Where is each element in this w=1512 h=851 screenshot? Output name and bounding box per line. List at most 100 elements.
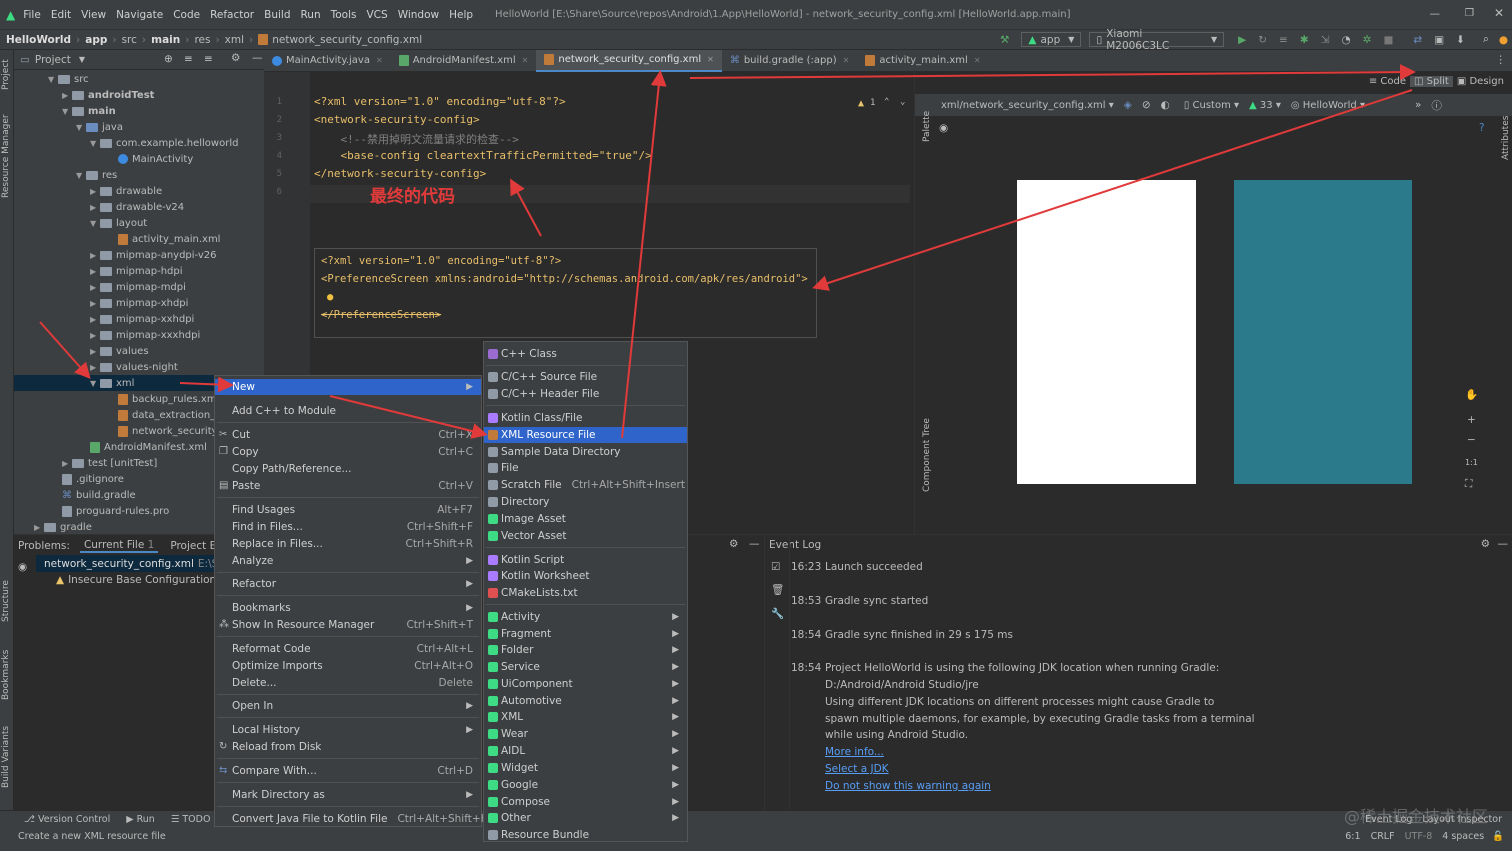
tree-node-src[interactable]: ▼ src — [48, 71, 89, 87]
menu-item-delete[interactable]: Delete... Delete — [215, 675, 481, 691]
menu-code[interactable]: Code — [173, 9, 200, 21]
hide-panel-icon[interactable]: — — [252, 52, 263, 64]
stop-icon[interactable]: ■ — [1383, 34, 1393, 46]
breadcrumb-file[interactable]: network_security_config.xml — [272, 34, 422, 46]
eye-icon[interactable]: ◉ — [18, 561, 27, 573]
breadcrumb-main[interactable]: main — [151, 34, 180, 46]
tree-node-test[interactable]: ▶ test [unitTest] — [62, 455, 157, 471]
more-tabs-icon[interactable]: ⋮ — [1496, 54, 1507, 66]
updates-icon[interactable]: ● — [1499, 34, 1508, 46]
tree-node-mipmap-mdpi[interactable]: ▶ mipmap-mdpi — [90, 279, 186, 295]
tree-node-values-night[interactable]: ▶ values-night — [90, 359, 178, 375]
caret-position[interactable]: 6:1 — [1345, 831, 1360, 842]
split-mode-button[interactable]: ◫ Split — [1410, 76, 1453, 87]
debug-icon[interactable]: ✱ — [1300, 34, 1309, 46]
menu-item-paste[interactable]: ▤ Paste Ctrl+V — [215, 478, 481, 494]
close-tab-icon[interactable]: ✕ — [707, 55, 714, 64]
tree-node-mainactivity[interactable]: MainActivity — [118, 151, 193, 167]
menu-file[interactable]: File — [23, 9, 41, 21]
prev-highlight-icon[interactable]: ⌃ — [884, 97, 889, 107]
breadcrumb-app[interactable]: app — [85, 34, 107, 46]
profile-icon[interactable]: ◔ — [1341, 34, 1350, 46]
submenu-item-directory[interactable]: Directory — [484, 494, 687, 510]
submenu-item-fragment[interactable]: Fragment ▶ — [484, 626, 687, 642]
tree-node-mipmap-anydpi[interactable]: ▶ mipmap-anydpi-v26 — [90, 247, 217, 263]
component-tree-tool-tab[interactable]: Component Tree — [922, 418, 932, 492]
menu-item-open-in[interactable]: Open In ▶ — [215, 698, 481, 714]
version-control-tool[interactable]: ⎇ Version Control — [24, 814, 110, 825]
breadcrumb-xml[interactable]: xml — [225, 34, 244, 46]
menu-item-local-history[interactable]: Local History ▶ — [215, 722, 481, 738]
submenu-item-activity[interactable]: Activity ▶ — [484, 609, 687, 625]
file-select[interactable]: xml/network_security_config.xml ▾ — [941, 100, 1114, 111]
select-jdk-link[interactable]: Select a JDK — [825, 763, 889, 775]
hide-panel-icon[interactable]: — — [1498, 538, 1509, 550]
menu-item-refactor[interactable]: Refactor ▶ — [215, 576, 481, 592]
menu-item-resource-manager[interactable]: ⁂ Show In Resource Manager Ctrl+Shift+T — [215, 617, 481, 633]
submenu-item-kotlin-class[interactable]: Kotlin Class/File — [484, 410, 687, 426]
resource-manager-tool-tab[interactable]: Resource Manager — [1, 114, 11, 198]
more-info-link[interactable]: More info... — [825, 746, 884, 758]
submenu-item-scratch-file[interactable]: Scratch File Ctrl+Alt+Shift+Insert — [484, 477, 687, 493]
run-config-select[interactable]: ▲ app ▼ — [1021, 32, 1082, 47]
lock-icon[interactable]: 🔓 — [1492, 831, 1504, 842]
submenu-item-xml[interactable]: XML ▶ — [484, 709, 687, 725]
device-select[interactable]: ▯ Xiaomi M2006C3LC ▼ — [1089, 28, 1225, 52]
run-icon[interactable]: ▶ — [1238, 34, 1246, 46]
menu-item-copy-path[interactable]: Copy Path/Reference... — [215, 461, 481, 477]
theme-select[interactable]: ◎ HelloWorld ▾ — [1291, 100, 1365, 111]
tree-node-data-extraction[interactable]: data_extraction_ — [118, 407, 215, 423]
submenu-item-xml-resource[interactable]: XML Resource File — [484, 427, 687, 443]
design-preview-screen[interactable] — [1234, 180, 1412, 484]
bookmarks-tool-tab[interactable]: Bookmarks — [1, 650, 11, 700]
eye-icon[interactable]: ◉ — [939, 122, 948, 134]
submenu-item-cpp-header[interactable]: C/C++ Header File — [484, 386, 687, 402]
file-encoding[interactable]: UTF-8 — [1405, 831, 1433, 842]
submenu-item-image-asset[interactable]: Image Asset — [484, 511, 687, 527]
attributes-tool-tab[interactable]: Attributes — [1501, 116, 1511, 160]
settings-gear-icon[interactable]: ⚙ — [729, 538, 738, 550]
tab-network-security-config[interactable]: network_security_config.xml ✕ — [536, 49, 722, 72]
tree-node-main[interactable]: ▼ main — [62, 103, 116, 119]
coverage-icon[interactable]: ✲ — [1363, 34, 1372, 46]
wrench-icon[interactable]: 🔧 — [771, 607, 784, 620]
submenu-item-aidl[interactable]: AIDL ▶ — [484, 743, 687, 759]
zoom-out-icon[interactable]: − — [1467, 434, 1476, 446]
submenu-item-resource-bundle[interactable]: Resource Bundle — [484, 827, 687, 843]
zoom-fit-icon[interactable]: ⛶ — [1465, 478, 1472, 491]
menu-item-compare-with[interactable]: ⇆ Compare With... Ctrl+D — [215, 763, 481, 779]
tree-node-network-security[interactable]: network_security — [118, 423, 218, 439]
tree-node-drawable[interactable]: ▶ drawable — [90, 183, 162, 199]
settings-gear-icon[interactable]: ⚙ — [231, 52, 240, 64]
event-log-tool[interactable]: Event Log — [1365, 814, 1412, 825]
close-tab-icon[interactable]: ✕ — [376, 56, 383, 65]
tab-current-file[interactable]: Current File 1 — [79, 539, 159, 553]
tree-node-layout[interactable]: ▼ layout — [90, 215, 147, 231]
menu-item-analyze[interactable]: Analyze ▶ — [215, 553, 481, 569]
menu-item-cut[interactable]: ✂ Cut Ctrl+X — [215, 427, 481, 443]
api-level-select[interactable]: ▲ 33 ▾ — [1249, 100, 1281, 111]
design-preview-blueprint[interactable] — [1017, 180, 1196, 484]
search-icon[interactable]: ⌕ — [1483, 33, 1489, 46]
menu-view[interactable]: View — [81, 9, 106, 21]
tree-node-values[interactable]: ▶ values — [90, 343, 149, 359]
tree-node-mipmap-xxxhdpi[interactable]: ▶ mipmap-xxxhdpi — [90, 327, 200, 343]
device-size-select[interactable]: ▯ Custom ▾ — [1184, 100, 1239, 111]
submenu-item-compose[interactable]: Compose ▶ — [484, 794, 687, 810]
do-not-show-link[interactable]: Do not show this warning again — [825, 780, 991, 792]
tab-manifest[interactable]: AndroidManifest.xml ✕ — [391, 50, 537, 72]
submenu-item-cpp-source[interactable]: C/C++ Source File — [484, 369, 687, 385]
next-highlight-icon[interactable]: ⌄ — [900, 97, 905, 107]
problems-file-row[interactable]: network_security_config.xml E:\Sl — [36, 555, 221, 572]
locate-icon[interactable]: ⊕ — [164, 53, 173, 65]
attach-debugger-icon[interactable]: ⇲ — [1321, 34, 1330, 46]
submenu-item-file[interactable]: File — [484, 460, 687, 476]
tree-node-manifest[interactable]: AndroidManifest.xml — [90, 439, 207, 455]
minimize-icon[interactable]: — — [1430, 8, 1441, 20]
submenu-item-cmakelists[interactable]: CMakeLists.txt — [484, 585, 687, 601]
menu-item-reformat[interactable]: Reformat Code Ctrl+Alt+L — [215, 641, 481, 657]
menu-item-convert-kotlin[interactable]: Convert Java File to Kotlin File Ctrl+Alt… — [215, 811, 488, 827]
menu-tools[interactable]: Tools — [331, 9, 357, 21]
menu-window[interactable]: Window — [398, 9, 439, 21]
code-mode-button[interactable]: ≡ Code — [1365, 76, 1410, 87]
